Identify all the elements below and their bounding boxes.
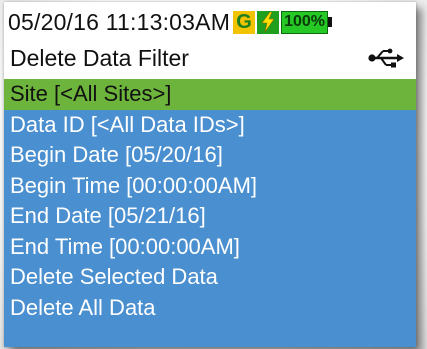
menu-item-delete-all[interactable]: Delete All Data	[4, 293, 416, 324]
gps-badge-label: G	[236, 11, 252, 33]
menu-item-label: Delete All Data	[10, 294, 156, 320]
menu-item-site[interactable]: Site [<All Sites>]	[4, 79, 416, 110]
menu-item-label: Data ID [<All Data IDs>]	[10, 111, 245, 137]
menu-item-delete-selected[interactable]: Delete Selected Data	[4, 262, 416, 293]
device-screen: 05/20/16 11:13:03AM G 100% Delete Data F…	[4, 2, 416, 347]
menu-item-begin-time[interactable]: Begin Time [00:00:00AM]	[4, 171, 416, 202]
menu-item-label: End Time [00:00:00AM]	[10, 233, 240, 259]
menu-item-label: Delete Selected Data	[10, 264, 218, 290]
battery-tip	[327, 17, 332, 27]
gps-badge-icon: G	[233, 10, 256, 34]
usb-icon	[368, 48, 404, 68]
title-row: Delete Data Filter	[4, 41, 416, 75]
menu-item-label: Begin Time [00:00:00AM]	[10, 172, 258, 198]
battery-level: 100%	[281, 10, 328, 34]
menu-item-label: End Date [05/21/16]	[10, 203, 206, 229]
menu-item-end-date[interactable]: End Date [05/21/16]	[4, 201, 416, 232]
menu-item-label: Site [<All Sites>]	[10, 81, 172, 107]
status-time: 11:13:03AM	[105, 8, 231, 35]
status-date: 05/20/16	[8, 8, 100, 35]
menu-item-label: Begin Date [05/20/16]	[10, 142, 223, 168]
menu-item-data-id[interactable]: Data ID [<All Data IDs>]	[4, 110, 416, 141]
page-title: Delete Data Filter	[10, 44, 189, 71]
charging-bolt-icon	[257, 10, 280, 34]
menu-item-begin-date[interactable]: Begin Date [05/20/16]	[4, 140, 416, 171]
status-bar: 05/20/16 11:13:03AM G 100%	[4, 6, 416, 38]
menu-item-end-time[interactable]: End Time [00:00:00AM]	[4, 232, 416, 263]
filter-menu: Site [<All Sites>] Data ID [<All Data ID…	[4, 79, 416, 323]
header: 05/20/16 11:13:03AM G 100% Delete Data F…	[4, 2, 416, 79]
status-datetime: 05/20/16 11:13:03AM	[8, 9, 230, 36]
battery-icon: 100%	[281, 10, 332, 34]
